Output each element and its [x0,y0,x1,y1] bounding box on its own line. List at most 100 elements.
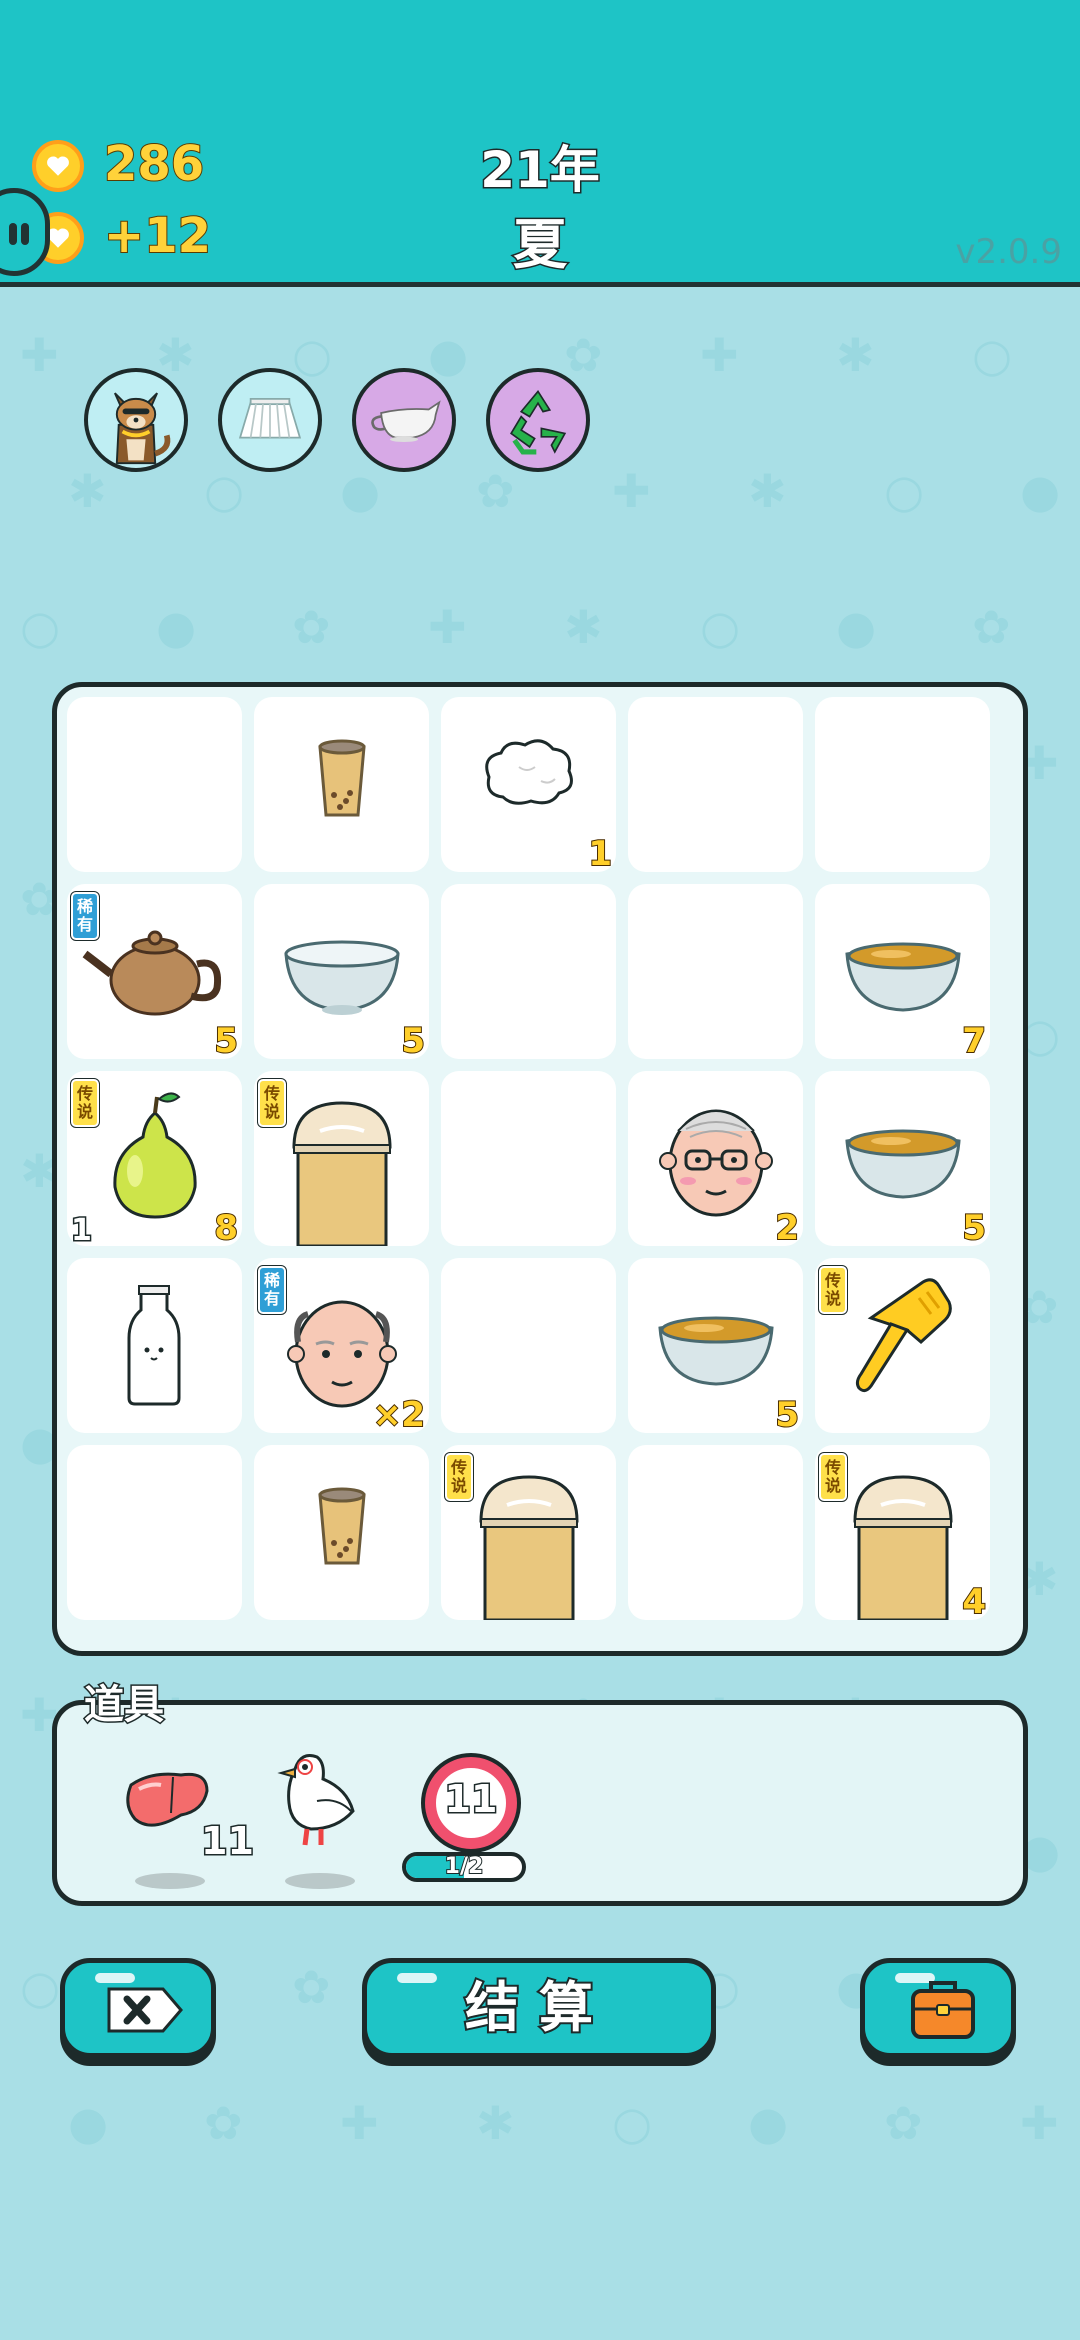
board-cell-milk-bottle[interactable] [67,1258,242,1433]
close-icon [107,1987,183,2033]
board-cell-empty[interactable] [815,697,990,872]
pattern-mark: ○ [884,464,925,518]
board-cell-empty[interactable] [441,884,616,1059]
pigeon-shadow [285,1873,355,1889]
buff-recycle[interactable] [486,368,590,472]
version-label: v2.0.9 [955,232,1062,272]
coin-rate: +12 [103,207,212,265]
settle-button-label: 结算 [463,1974,613,2041]
coin-total: 286 [103,135,205,193]
item-level: 1 [70,1212,94,1247]
pattern-mark: ○ [612,2096,653,2150]
board-cell-empty[interactable] [628,884,803,1059]
pattern-mark: ✚ [612,464,651,518]
item-count: 5 [213,1020,239,1059]
rarity-badge: 传说 [819,1266,847,1314]
item-count: 2 [774,1207,800,1246]
timer-value: 11 [443,1776,499,1823]
pattern-mark: ✱ [748,464,787,518]
board-cell-empty[interactable] [67,697,242,872]
rarity-badge: 传说 [258,1079,286,1127]
pattern-mark: ✿ [476,464,515,518]
board-cell-boba-cup-large[interactable]: 传说 4 [815,1445,990,1620]
pattern-mark: ● [428,328,469,382]
pattern-mark: ✚ [20,328,59,382]
pattern-mark: ✿ [884,2096,923,2150]
item-board: 1 稀有 5 5 7 传说 8 1 传说 2 5 稀有 ×2 5 传说 传说 传说 4 [52,682,1028,1656]
board-cell-boba-cup-large[interactable]: 传说 [254,1071,429,1246]
board-cell-empty[interactable] [628,697,803,872]
side-menu-tab[interactable] [0,188,50,276]
board-cell-boba-cup-small[interactable] [254,1445,429,1620]
buff-milk-jug[interactable] [352,368,456,472]
pattern-mark: ● [340,464,381,518]
board-cell-empty[interactable] [441,1258,616,1433]
pattern-mark: ✚ [1020,2096,1059,2150]
timer-progress-bar: 1/2 [402,1852,526,1882]
pattern-mark: ● [1020,464,1061,518]
board-cell-tea-bowl[interactable]: 7 [815,884,990,1059]
props-title: 道具 [83,1681,166,1730]
pattern-mark: ✚ [340,2096,379,2150]
item-count: 4 [961,1581,987,1620]
board-cell-pointing-hand[interactable]: 传说 [815,1258,990,1433]
briefcase-icon [911,1981,975,2039]
liver-icon[interactable] [121,1765,213,1837]
briefcase-button[interactable] [860,1958,1016,2058]
item-count: 5 [774,1394,800,1433]
board-cell-pear[interactable]: 传说 8 1 [67,1071,242,1246]
item-count: ×2 [372,1394,426,1433]
pattern-mark: ✿ [292,600,331,654]
item-count: 5 [400,1020,426,1059]
coin-icon [32,140,84,192]
rarity-badge: 传说 [445,1453,473,1501]
buff-skirt[interactable] [218,368,322,472]
item-count: 8 [213,1207,239,1246]
recycle-icon [510,390,567,455]
buff-shiba-dog[interactable] [84,368,188,472]
timer-progress-text: 1/2 [444,1854,485,1879]
pattern-mark: ✚ [700,328,739,382]
pattern-mark: ○ [20,1960,61,2014]
rarity-badge: 稀有 [71,892,99,940]
board-cell-teapot[interactable]: 稀有 5 [67,884,242,1059]
settle-button[interactable]: 结算 [362,1958,716,2058]
board-cell-empty[interactable] [67,1445,242,1620]
boba-cup-small-icon [318,739,366,817]
pattern-mark: ✚ [428,600,467,654]
item-count: 5 [961,1207,987,1246]
pattern-mark: ○ [20,600,61,654]
pattern-mark: ● [748,2096,789,2150]
year-label: 21年 [479,140,602,201]
shiba-dog-icon [114,392,171,465]
pattern-mark: ✿ [972,600,1011,654]
pattern-mark: ✱ [476,2096,515,2150]
board-cell-old-man-face[interactable]: 2 [628,1071,803,1246]
props-panel: 11 11 [52,1700,1028,1906]
board-cell-cotton[interactable]: 1 [441,697,616,872]
rarity-badge: 传说 [71,1079,99,1127]
rarity-badge: 传说 [819,1453,847,1501]
board-cell-empty[interactable] [441,1071,616,1246]
pattern-mark: ✱ [564,600,603,654]
board-cell-tea-bowl[interactable]: 5 [815,1071,990,1246]
pattern-mark: ○ [292,328,333,382]
boba-cup-small-icon [318,1487,366,1565]
board-cell-empty[interactable] [628,1445,803,1620]
season-label: 夏 [512,212,569,278]
board-cell-tea-bowl[interactable]: 5 [628,1258,803,1433]
board-cell-empty-bowl[interactable]: 5 [254,884,429,1059]
item-count: 7 [961,1020,987,1059]
board-cell-boba-cup-large[interactable]: 传说 [441,1445,616,1620]
pattern-mark: ○ [700,600,741,654]
pigeon-icon[interactable] [267,1745,363,1855]
board-cell-bald-face[interactable]: 稀有 ×2 [254,1258,429,1433]
milk-jug-icon [371,400,441,442]
pattern-mark: ● [836,600,877,654]
close-button[interactable] [60,1958,216,2058]
board-cell-boba-cup-small[interactable] [254,697,429,872]
milk-bottle-icon [127,1285,181,1406]
pattern-mark: ✱ [836,328,875,382]
pattern-mark: ✱ [68,464,107,518]
pattern-mark: ● [68,2096,109,2150]
